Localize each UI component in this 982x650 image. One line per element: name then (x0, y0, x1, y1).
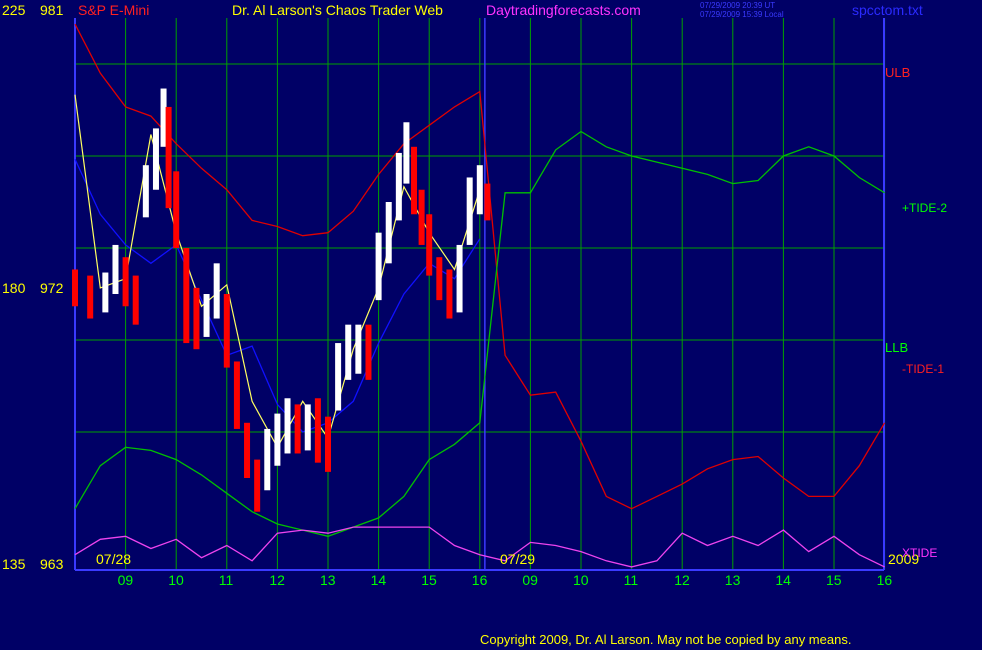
price-bar (264, 428, 271, 491)
y-top-left-label: 225 (2, 2, 26, 18)
hour-tick-label: 12 (674, 572, 690, 588)
price-bar (165, 106, 172, 209)
price-bar (284, 398, 291, 454)
price-bar (418, 189, 425, 245)
price-bar (173, 171, 180, 248)
price-bar (345, 324, 352, 380)
tide-plus2-label: +TIDE-2 (902, 201, 948, 215)
price-bar (112, 244, 119, 294)
hour-tick-label: 15 (421, 572, 437, 588)
price-bar (102, 272, 109, 313)
timestamp-ut: 07/29/2009 20:39 UT (700, 1, 776, 10)
price-bar (87, 275, 94, 319)
price-bar (325, 416, 331, 472)
price-bar (233, 361, 240, 429)
price-bar (466, 177, 473, 245)
price-bar (365, 324, 372, 380)
price-bar (403, 122, 410, 184)
date-label-day1: 07/28 (96, 551, 132, 567)
price-top-label: 981 (40, 2, 64, 18)
price-bar (335, 343, 342, 411)
hour-tick-label: 12 (269, 572, 285, 588)
price-bar (223, 294, 230, 368)
hour-tick-label: 13 (724, 572, 741, 588)
hour-tick-label: 09 (117, 572, 134, 588)
date-label-day2: 07/29 (500, 551, 536, 567)
price-bar (142, 165, 149, 218)
hour-tick-label: 14 (775, 572, 791, 588)
price-bar (203, 294, 210, 337)
price-bar (193, 287, 200, 350)
chart-title: Dr. Al Larson's Chaos Trader Web (232, 2, 443, 18)
timestamp-local: 07/29/2009 15:39 Local (700, 10, 784, 19)
hour-tick-label: 11 (623, 572, 639, 588)
hour-tick-label: 16 (471, 572, 488, 588)
price-mid-label: 972 (40, 280, 64, 296)
price-bar (213, 263, 220, 319)
price-bar (375, 232, 382, 301)
price-bar (132, 275, 139, 325)
tide-minus1-label: -TIDE-1 (902, 362, 944, 376)
filename-label: spcctom.txt (852, 2, 923, 18)
hour-tick-label: 10 (168, 572, 184, 588)
price-bar (385, 202, 392, 264)
price-bar (426, 214, 433, 276)
price-bar (183, 248, 190, 344)
price-bar (436, 257, 443, 301)
price-bar (484, 183, 491, 221)
hour-tick-label: 15 (826, 572, 842, 588)
price-bar (274, 413, 281, 466)
price-bottom-label: 963 (40, 556, 64, 572)
price-bar (456, 244, 463, 313)
hour-tick-label: 16 (876, 572, 893, 588)
price-bar (152, 128, 159, 190)
hour-tick-label: 13 (320, 572, 336, 588)
price-bar (395, 152, 402, 221)
symbol-title: S&P E-Mini (78, 2, 150, 18)
price-bar (411, 146, 418, 215)
hour-tick-label: 10 (573, 572, 589, 588)
hour-tick-label: 09 (522, 572, 538, 588)
price-bar (355, 324, 362, 374)
price-bar (294, 404, 301, 454)
price-bar (122, 257, 129, 307)
price-bar (446, 269, 453, 319)
price-bar (314, 398, 321, 463)
site-link[interactable]: Daytradingforecasts.com (486, 2, 641, 18)
xtide-label: XTIDE (902, 546, 938, 560)
price-bar (304, 404, 311, 451)
price-bar (244, 422, 251, 478)
hour-tick-label: 11 (218, 572, 234, 588)
copyright-footer: Copyright 2009, Dr. Al Larson. May not b… (480, 632, 852, 647)
chart-plot (72, 18, 886, 571)
hour-tick-label: 14 (370, 572, 387, 588)
llb-label: LLB (885, 340, 909, 355)
price-bar (72, 269, 78, 307)
y-mid-left-label: 180 (2, 280, 26, 296)
price-bar (254, 459, 261, 512)
ulb-label: ULB (885, 65, 911, 80)
price-bar (476, 165, 483, 215)
y-bottom-left-label: 135 (2, 556, 26, 572)
